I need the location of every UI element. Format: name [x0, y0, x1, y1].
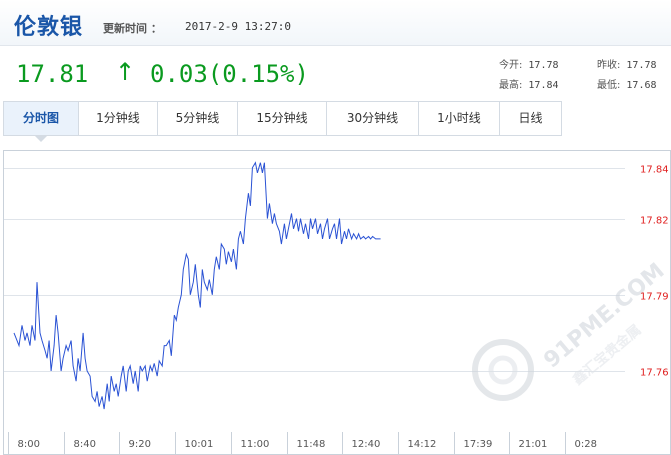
price-change: 0.03(0.15%) [150, 60, 309, 88]
x-tick-label: 12:40 [352, 439, 381, 450]
current-price: 17.81 [16, 60, 89, 88]
stat-prev-value: 17.78 [626, 60, 657, 71]
tab-daily[interactable]: 日线 [500, 102, 561, 135]
instrument-title: 伦敦银 [14, 15, 84, 40]
stat-open-label: 今开: [499, 60, 523, 71]
y-tick-label: 17.84 [640, 165, 669, 176]
x-tick-label: 10:01 [185, 439, 214, 450]
tab-15min[interactable]: 15分钟线 [238, 102, 327, 135]
chart-period-tabs: 分时图 1分钟线 5分钟线 15分钟线 30分钟线 1小时线 日线 [3, 101, 562, 142]
stat-open-value: 17.78 [528, 60, 559, 71]
intraday-chart: 91PME.COM 鑫汇宝贵金属 8:00 8:40 9:20 10:01 11:00 1… [3, 150, 671, 455]
x-tick-label: 8:00 [18, 439, 40, 450]
stat-high-value: 17.84 [528, 80, 559, 91]
x-tick-label: 17:39 [464, 439, 493, 450]
y-tick-label: 17.76 [640, 368, 669, 379]
up-arrow-icon: ↑ [115, 58, 136, 86]
x-tick-label: 11:00 [241, 439, 270, 450]
stat-low: 最低: 17.68 [597, 76, 657, 96]
y-tick-label: 17.82 [640, 216, 669, 227]
header: 伦敦银 更新时间 ： 2017-2-9 13:27:0 [0, 0, 671, 46]
x-tick-label: 21:01 [519, 439, 548, 450]
tab-1hour[interactable]: 1小时线 [419, 102, 500, 135]
stat-low-value: 17.68 [626, 80, 657, 91]
stat-high: 最高: 17.84 [499, 76, 559, 96]
stat-prev-label: 昨收: [597, 60, 621, 71]
stat-high-label: 最高: [499, 80, 523, 91]
x-tick-label: 0:28 [575, 439, 597, 450]
x-tick-label: 11:48 [297, 439, 326, 450]
tab-intraday[interactable]: 分时图 [4, 102, 79, 142]
stat-open: 今开: 17.78 [499, 56, 559, 76]
stats-col-left: 今开: 17.78 最高: 17.84 [499, 56, 559, 96]
tab-30min[interactable]: 30分钟线 [327, 102, 419, 135]
update-time-label: 更新时间 ： [103, 22, 162, 35]
x-tick-label: 14:12 [408, 439, 437, 450]
stats-col-right: 昨收: 17.78 最低: 17.68 [597, 56, 657, 96]
x-tick-label: 8:40 [74, 439, 96, 450]
tab-5min[interactable]: 5分钟线 [158, 102, 238, 135]
tab-1min[interactable]: 1分钟线 [79, 102, 158, 135]
stat-low-label: 最低: [597, 80, 621, 91]
y-tick-label: 17.79 [640, 292, 669, 303]
plot-frame [3, 150, 671, 455]
chart-svg: 91PME.COM 鑫汇宝贵金属 8:00 8:40 9:20 10:01 11:00 1… [3, 150, 671, 455]
stat-prev: 昨收: 17.78 [597, 56, 657, 76]
update-time-value: 2017-2-9 13:27:0 [185, 20, 291, 33]
x-tick-label: 9:20 [129, 439, 151, 450]
